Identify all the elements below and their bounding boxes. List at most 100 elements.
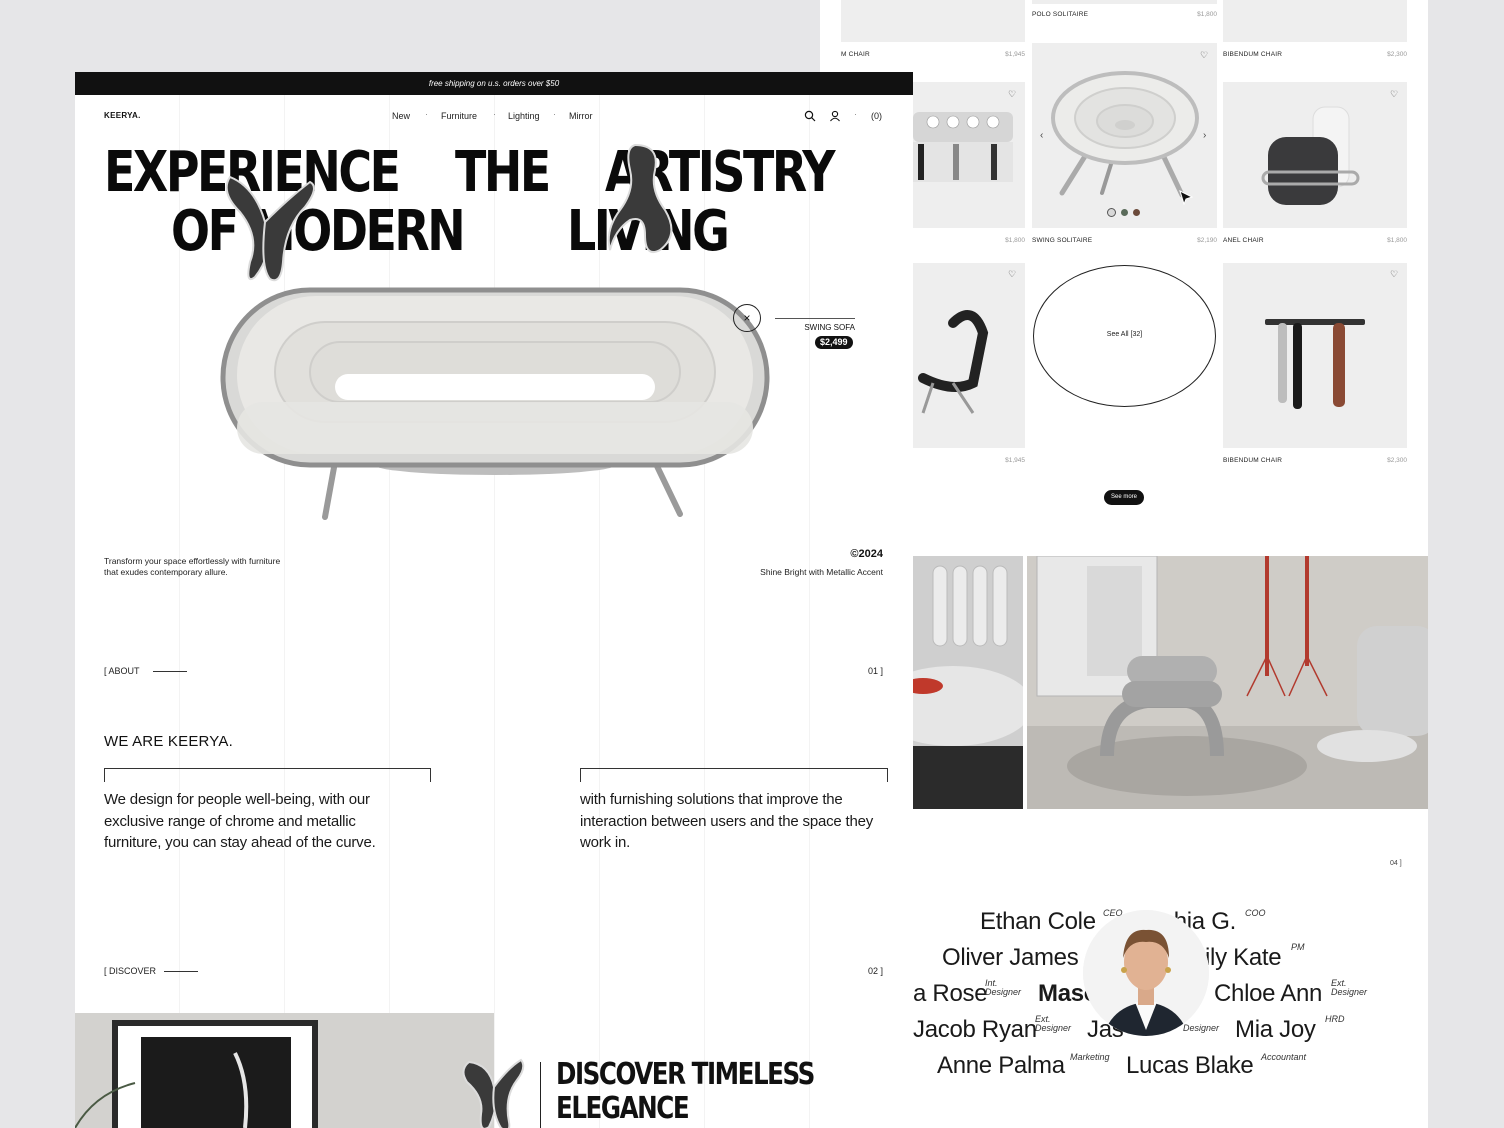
prev-arrow-icon[interactable]: ‹ (1040, 131, 1043, 141)
product-card-top-right[interactable] (1223, 0, 1407, 42)
product-price: $2,300 (1387, 51, 1407, 58)
team-member-role: Designer (1183, 1023, 1220, 1033)
anel-chair-image (1261, 106, 1360, 205)
search-icon[interactable] (804, 110, 816, 122)
bibendum-table-image (1265, 319, 1365, 409)
cursor-icon (1179, 190, 1194, 205)
team-member-role: PM (1291, 942, 1305, 952)
nav-separator: · (553, 109, 556, 119)
swatch-silver[interactable] (1107, 208, 1116, 217)
color-swatches[interactable] (1107, 208, 1147, 218)
team-member-name: ily Kate (1205, 944, 1282, 971)
team-member-name: Chloe Ann (1214, 980, 1323, 1007)
nav-item-lighting[interactable]: Lighting (508, 111, 540, 121)
hero-year-subtitle: Shine Bright with Metallic Accent (760, 567, 883, 577)
section-label-discover: [ DISCOVER (104, 966, 157, 976)
swing-sofa-image (220, 287, 770, 520)
section-number: 02 ] (867, 966, 883, 976)
team-member-role: Ext. Designer (1331, 978, 1368, 997)
about-title: WE ARE KEERYA. (104, 733, 233, 750)
team-member-role: Ext. Designer (1035, 1014, 1072, 1033)
next-arrow-icon[interactable]: › (1203, 131, 1206, 141)
hero-tagline: Transform your space effortlessly with f… (104, 556, 281, 577)
nav-item-mirror[interactable]: Mirror (569, 111, 593, 121)
product-price: $1,800 (1005, 237, 1025, 244)
product-name: M CHAIR (841, 51, 870, 58)
product-price: $2,300 (1387, 457, 1407, 464)
bracket-divider (580, 768, 888, 782)
heart-icon[interactable]: ♡ (1390, 90, 1398, 99)
product-card-top-mid[interactable] (1032, 0, 1217, 4)
lounge-chair-image (918, 310, 989, 414)
product-price: $2,190 (1197, 237, 1217, 244)
product-card[interactable] (1223, 263, 1407, 448)
product-name: SWING SOLITAIRE (1032, 237, 1093, 244)
section-label-about: [ ABOUT (104, 666, 140, 676)
team-member-role: Accountant (1261, 1052, 1307, 1062)
swatch-brown[interactable] (1133, 209, 1140, 216)
discover-divider (540, 1062, 541, 1128)
team-avatar (1083, 910, 1209, 1036)
product-name: BIBENDUM CHAIR (1223, 51, 1283, 58)
interior-photo-left (913, 556, 1023, 809)
product-name: ANEL CHAIR (1223, 237, 1264, 244)
product-card[interactable] (1223, 82, 1407, 228)
callout-line (775, 318, 855, 319)
nav-separator: · (493, 109, 496, 119)
heart-icon[interactable]: ♡ (1200, 51, 1208, 60)
chrome-sculpture-image (225, 175, 315, 282)
nav-item-furniture[interactable]: Furniture (441, 111, 477, 121)
heart-icon[interactable]: ♡ (1390, 270, 1398, 279)
about-paragraph: We design for people well-being, with ou… (104, 791, 376, 851)
team-member-name: Ethan Cole (980, 908, 1096, 935)
product-price: $1,800 (1387, 237, 1407, 244)
promo-bar: free shipping on u.s. orders over $50 (75, 72, 913, 95)
product-price: $1,800 (1197, 11, 1217, 18)
product-callout-name[interactable]: SWING SOFA (775, 323, 855, 332)
discover-title: ELEGANCE (556, 1091, 690, 1126)
see-more-button[interactable]: See more (1104, 490, 1144, 505)
chrome-sculpture-image (607, 143, 673, 254)
landing-page: free shipping on u.s. orders over $50 KE… (75, 72, 913, 1128)
close-icon[interactable]: × (733, 304, 761, 332)
nav-separator: · (854, 109, 857, 119)
table-image (913, 112, 1013, 182)
product-name: POLO SOLITAIRE (1032, 11, 1089, 18)
about-paragraph: with furnishing solutions that improve t… (580, 791, 874, 851)
team-member-name: Mia Joy (1235, 1016, 1316, 1043)
heart-icon[interactable]: ♡ (1008, 90, 1016, 99)
team-member-role: COO (1245, 908, 1266, 918)
nav-separator: · (425, 109, 428, 119)
section-divider (153, 671, 187, 672)
team-member-name: Lucas Blake (1126, 1052, 1254, 1079)
discover-title: DISCOVER TIMELESS (556, 1057, 815, 1092)
team-member-name: Oliver James (942, 944, 1079, 971)
product-name: BIBENDUM CHAIR (1223, 457, 1283, 464)
hero-title-word: THE (455, 140, 551, 205)
section-number: 04 ] (1390, 860, 1402, 867)
product-card-top-left[interactable] (841, 0, 1025, 42)
brand-logo[interactable]: KEERYA. (104, 111, 141, 120)
nav-item-new[interactable]: New (392, 111, 410, 121)
user-icon[interactable] (829, 110, 841, 122)
bracket-divider (104, 768, 431, 782)
product-callout-price[interactable]: $2,499 (815, 336, 853, 349)
hero-year: ©2024 (850, 548, 883, 560)
team-member-name: a Rose (913, 980, 988, 1007)
section-divider (164, 971, 198, 972)
chrome-sculpture-image (462, 1058, 525, 1128)
product-card[interactable] (913, 263, 1025, 448)
cart-icon[interactable]: (0) (871, 111, 882, 121)
team-member-role: Int. Designer (985, 978, 1022, 997)
interior-photo-right (1027, 556, 1428, 809)
see-all-label[interactable]: See All [32] (1033, 331, 1216, 338)
product-card[interactable] (913, 82, 1025, 228)
product-price: $1,945 (1005, 457, 1025, 464)
team-member-role: Marketing (1070, 1052, 1110, 1062)
team-member-name: Jacob Ryan (913, 1016, 1037, 1043)
heart-icon[interactable]: ♡ (1008, 270, 1016, 279)
product-price: $1,945 (1005, 51, 1025, 58)
discover-photo (75, 1013, 494, 1128)
team-member-role: HRD (1325, 1014, 1345, 1024)
swatch-green[interactable] (1121, 209, 1128, 216)
